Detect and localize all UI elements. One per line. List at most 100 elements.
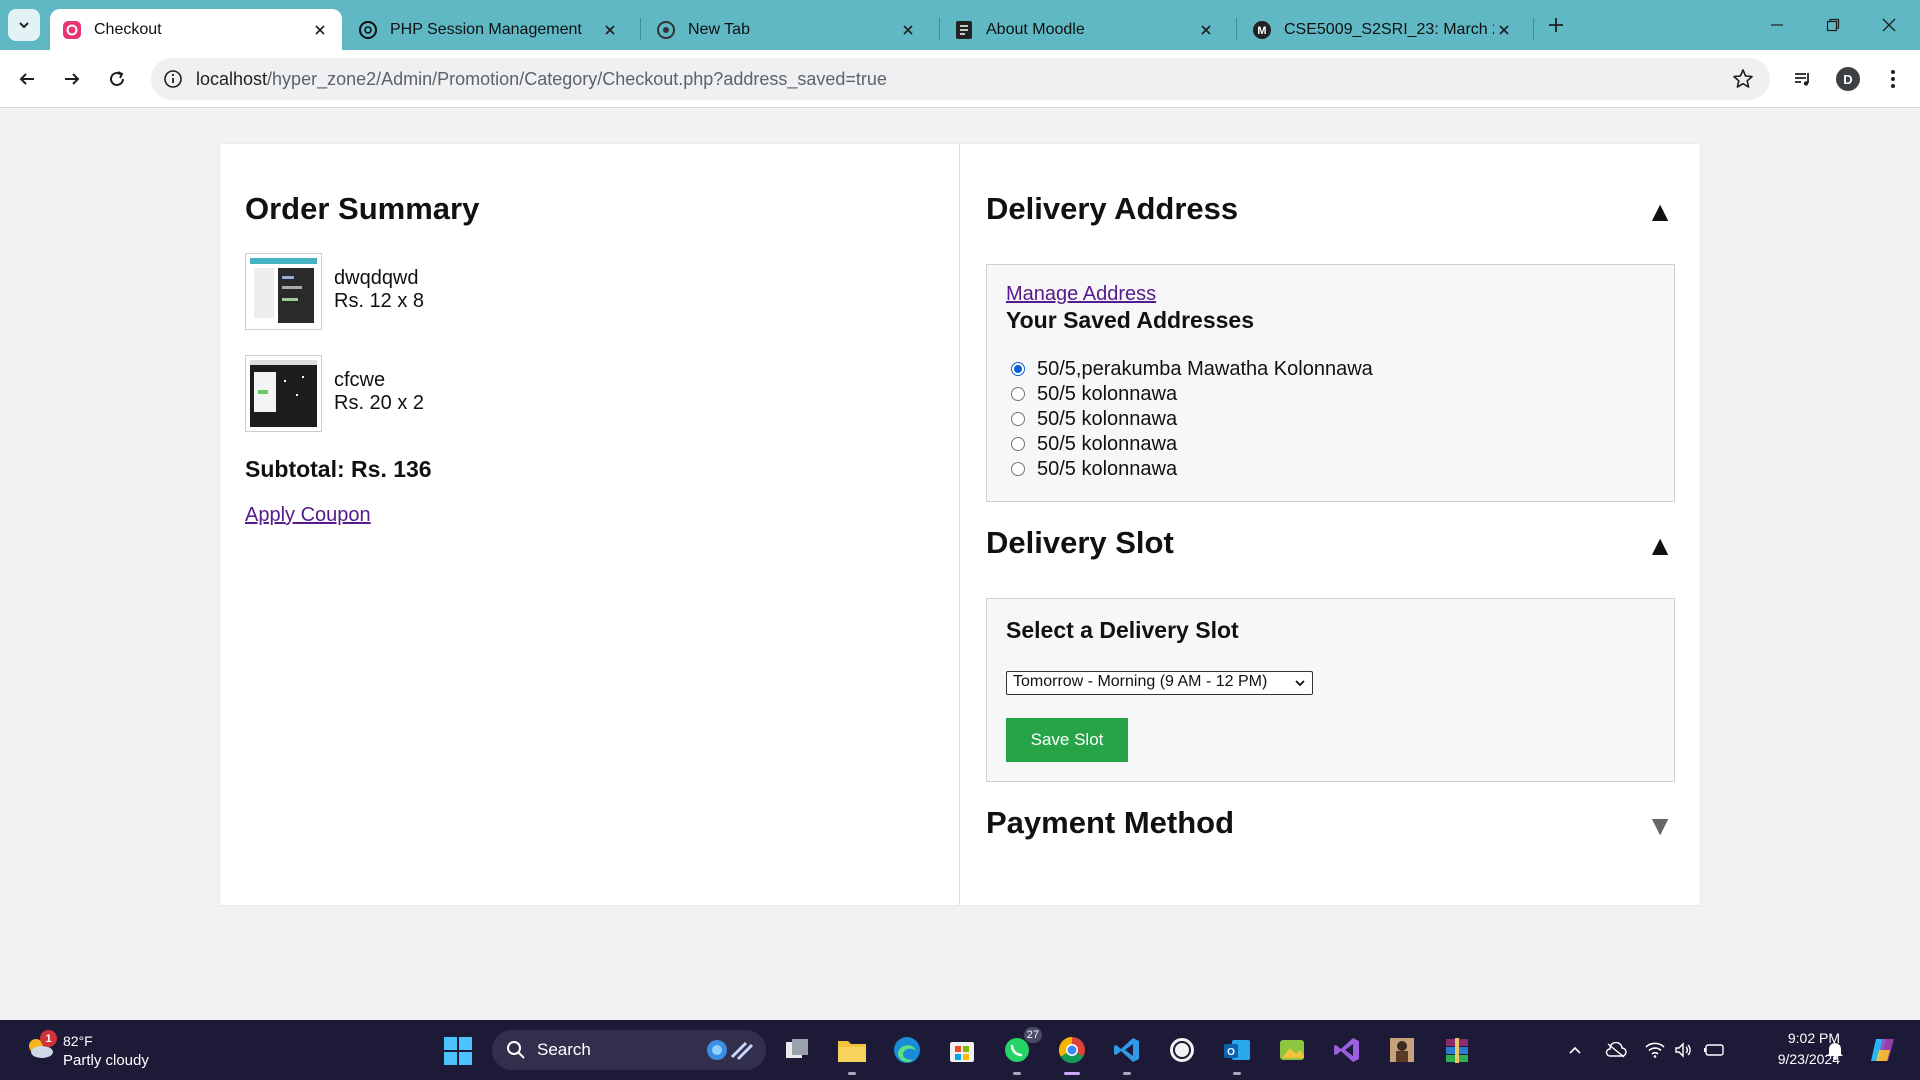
reload-button[interactable]: [100, 62, 134, 96]
onedrive-tray-icon[interactable]: [1604, 1038, 1628, 1062]
url-path: /hyper_zone2/Admin/Promotion/Category/Ch…: [267, 69, 887, 89]
tab-search-button[interactable]: [8, 9, 40, 41]
visual-studio-button[interactable]: [1329, 1032, 1365, 1068]
address-radio[interactable]: [1011, 387, 1025, 401]
close-tab-icon[interactable]: [1494, 20, 1514, 40]
store-icon: [950, 1042, 974, 1062]
vscode-button[interactable]: [1109, 1032, 1145, 1075]
forward-button[interactable]: [55, 62, 89, 96]
address-radio[interactable]: [1011, 462, 1025, 476]
chevron-up-icon: [1569, 1046, 1581, 1054]
address-bar[interactable]: localhost/hyper_zone2/Admin/Promotion/Ca…: [151, 58, 1770, 100]
notifications-button[interactable]: [1823, 1038, 1847, 1062]
item-name: dwqdqwd: [334, 267, 419, 289]
tab-cse5009[interactable]: M CSE5009_S2SRI_23: March 23 -: [1240, 9, 1526, 50]
restore-button[interactable]: [1810, 8, 1856, 42]
bell-icon: [1827, 1043, 1843, 1060]
running-indicator: [1123, 1072, 1131, 1075]
profile-button[interactable]: D: [1831, 62, 1865, 96]
delivery-slot-title[interactable]: Delivery Slot: [986, 525, 1174, 561]
photo-app-button[interactable]: [1384, 1032, 1420, 1068]
delivery-slot-toggle[interactable]: ▲: [1646, 532, 1674, 560]
chevron-down-icon: [1295, 680, 1305, 687]
whatsapp-button[interactable]: [1164, 1032, 1200, 1068]
volume-tray-icon[interactable]: [1672, 1038, 1696, 1062]
address-radio[interactable]: [1011, 362, 1025, 376]
address-radio[interactable]: [1011, 437, 1025, 451]
url-text[interactable]: localhost/hyper_zone2/Admin/Promotion/Ca…: [196, 69, 887, 90]
wifi-tray-icon[interactable]: [1643, 1038, 1667, 1062]
volume-icon: [1675, 1042, 1691, 1058]
checkout-steps-section: Delivery Address ▲ Manage Address Your S…: [961, 144, 1700, 905]
edge-button[interactable]: [889, 1032, 925, 1068]
delivery-slot-select[interactable]: Tomorrow - Morning (9 AM - 12 PM): [1006, 671, 1313, 695]
tab-title: CSE5009_S2SRI_23: March 23 -: [1284, 20, 1494, 38]
tab-checkout[interactable]: Checkout: [50, 9, 342, 50]
restore-icon: [1826, 18, 1840, 32]
payment-method-title[interactable]: Payment Method: [986, 805, 1234, 841]
chrome-button[interactable]: [1054, 1032, 1090, 1075]
task-view-icon: [786, 1039, 808, 1058]
payment-method-toggle[interactable]: ▼: [1646, 812, 1674, 840]
product-thumbnail: [245, 355, 322, 432]
copilot-button[interactable]: [1867, 1034, 1899, 1066]
delivery-address-toggle[interactable]: ▲: [1646, 198, 1674, 226]
start-button[interactable]: [443, 1036, 473, 1066]
reload-icon: [110, 71, 124, 86]
minimize-button[interactable]: [1754, 8, 1800, 42]
weather-widget[interactable]: 1 82°F Partly cloudy: [20, 1028, 170, 1072]
close-tab-icon[interactable]: [1196, 20, 1216, 40]
address-option[interactable]: 50/5 kolonnawa: [1011, 407, 1177, 431]
tab-separator: [640, 18, 641, 40]
visual-studio-icon: [1334, 1038, 1359, 1062]
browser-toolbar: localhost/hyper_zone2/Admin/Promotion/Ca…: [0, 50, 1920, 108]
photos-button[interactable]: [1274, 1032, 1310, 1068]
address-option[interactable]: 50/5 kolonnawa: [1011, 432, 1177, 456]
winrar-button[interactable]: [1439, 1032, 1475, 1068]
list-item: dwqdqwd Rs. 12 x 8: [245, 253, 745, 331]
task-view-button[interactable]: [779, 1032, 815, 1068]
file-explorer-button[interactable]: [834, 1032, 870, 1075]
microsoft-store-button[interactable]: [944, 1032, 980, 1068]
weather-temperature: 82°F: [63, 1033, 93, 1049]
bookmark-star-icon[interactable]: [1732, 68, 1754, 90]
delivery-slot-panel: Select a Delivery Slot Tomorrow - Mornin…: [986, 598, 1675, 782]
browser-menu-button[interactable]: [1876, 62, 1910, 96]
media-controls-button[interactable]: [1786, 62, 1820, 96]
product-thumbnail: [245, 253, 322, 330]
save-slot-button[interactable]: Save Slot: [1006, 718, 1128, 762]
address-option[interactable]: 50/5,perakumba Mawatha Kolonnawa: [1011, 357, 1373, 381]
chevron-down-icon: [19, 22, 29, 29]
tab-title: PHP Session Management: [390, 20, 582, 38]
close-tab-icon[interactable]: [898, 20, 918, 40]
outlook-button[interactable]: O: [1219, 1032, 1255, 1075]
tab-new-tab[interactable]: New Tab: [644, 9, 930, 50]
new-tab-button[interactable]: [1542, 11, 1570, 39]
manage-address-link[interactable]: Manage Address: [1006, 283, 1156, 306]
delivery-address-title[interactable]: Delivery Address: [986, 191, 1238, 227]
close-tab-icon[interactable]: [600, 20, 620, 40]
close-icon: [1882, 18, 1896, 32]
tab-php-session[interactable]: PHP Session Management: [346, 9, 632, 50]
address-radio[interactable]: [1011, 412, 1025, 426]
taskbar-search[interactable]: Search: [492, 1030, 766, 1070]
address-label: 50/5 kolonnawa: [1037, 432, 1178, 455]
show-hidden-icons-button[interactable]: [1563, 1038, 1587, 1062]
whatsapp-business-button[interactable]: 27: [999, 1026, 1043, 1075]
address-label: 50/5 kolonnawa: [1037, 407, 1178, 430]
site-info-icon[interactable]: [161, 67, 185, 91]
folder-icon: [838, 1041, 866, 1062]
back-button[interactable]: [10, 62, 44, 96]
address-option[interactable]: 50/5 kolonnawa: [1011, 382, 1177, 406]
apply-coupon-link[interactable]: Apply Coupon: [245, 504, 371, 527]
address-option[interactable]: 50/5 kolonnawa: [1011, 457, 1177, 481]
close-window-button[interactable]: [1866, 8, 1912, 42]
close-tab-icon[interactable]: [310, 20, 330, 40]
subtotal-text: Subtotal: Rs. 136: [245, 456, 432, 482]
battery-tray-icon[interactable]: [1702, 1038, 1726, 1062]
more-vertical-icon: [1891, 70, 1895, 88]
product-image: [250, 360, 317, 427]
tab-about-moodle[interactable]: About Moodle: [942, 9, 1228, 50]
photo-editor-icon: [1280, 1040, 1304, 1060]
windows-taskbar: 1 82°F Partly cloudy Search 27 O 9:02 PM…: [0, 1020, 1920, 1080]
